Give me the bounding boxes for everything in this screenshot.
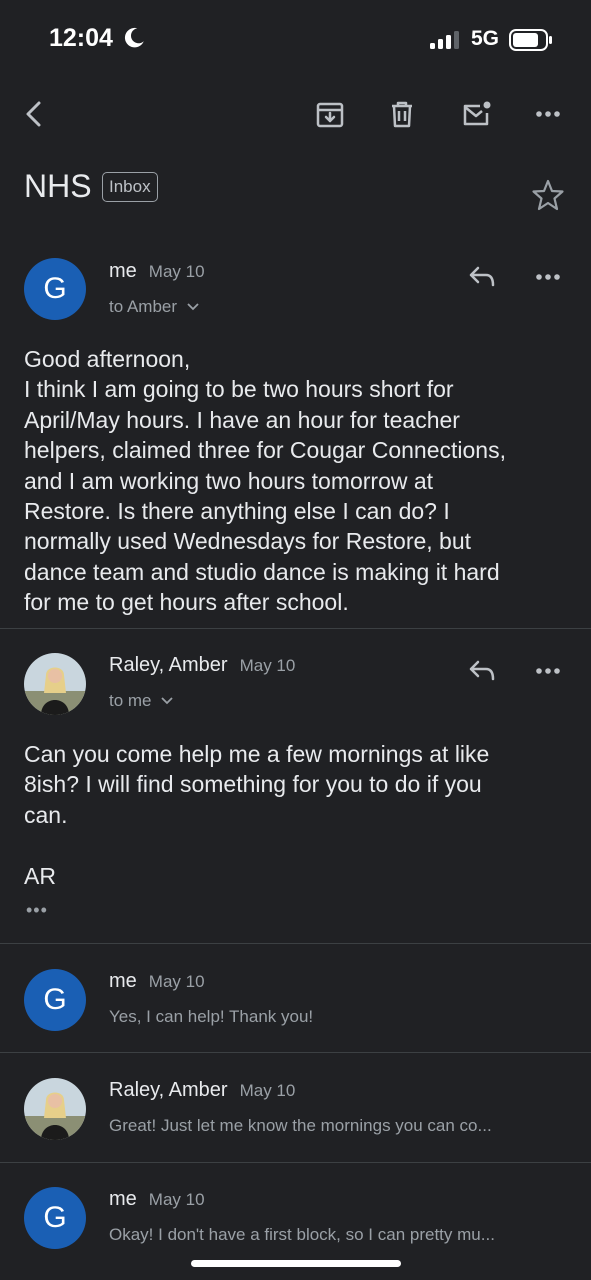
- recipients-toggle[interactable]: to me: [109, 691, 174, 711]
- avatar[interactable]: G: [24, 969, 86, 1031]
- archive-icon: [316, 102, 344, 128]
- signal-icon: [430, 31, 459, 49]
- chevron-down-icon: [187, 303, 199, 311]
- avatar[interactable]: G: [24, 1187, 86, 1249]
- mark-unread-button[interactable]: [456, 94, 496, 134]
- message-snippet[interactable]: Great! Just let me know the mornings you…: [109, 1116, 549, 1136]
- divider: [0, 628, 591, 629]
- sender-name: me: [109, 260, 137, 282]
- body-line: I think I am going to be two hours short…: [24, 376, 454, 403]
- delete-button[interactable]: [382, 94, 422, 134]
- message-date: May 10: [239, 1081, 296, 1100]
- show-quoted-text-button[interactable]: •••: [26, 900, 48, 921]
- home-indicator[interactable]: [191, 1260, 401, 1267]
- profile-photo-icon: [24, 1078, 86, 1140]
- battery-icon: [509, 29, 552, 51]
- avatar[interactable]: [24, 653, 86, 715]
- divider: [0, 943, 591, 944]
- body-line: normally used Wednesdays for Restore, bu…: [24, 528, 472, 555]
- more-horizontal-icon: [536, 274, 560, 280]
- recipients-toggle[interactable]: to Amber: [109, 297, 200, 317]
- reply-icon: [469, 660, 495, 681]
- profile-photo-icon: [24, 653, 86, 715]
- message-more-button[interactable]: [530, 259, 566, 295]
- avatar[interactable]: [24, 1078, 86, 1140]
- body-line: and I am working two hours tomorrow at: [24, 467, 434, 494]
- chevron-left-icon: [26, 101, 41, 127]
- chevron-down-icon: [161, 697, 173, 705]
- body-line: Can you come help me a few mornings at l…: [24, 741, 490, 767]
- body-line: [24, 830, 569, 860]
- body-line: can.: [24, 801, 68, 828]
- message-header: Raley, Amber May 10: [109, 654, 295, 677]
- body-line: helpers, claimed three for Cougar Connec…: [24, 437, 506, 464]
- moon-icon: [124, 27, 144, 48]
- message-snippet[interactable]: Okay! I don't have a first block, so I c…: [109, 1225, 549, 1245]
- message-more-button[interactable]: [530, 653, 566, 689]
- more-horizontal-icon: [536, 111, 560, 117]
- reply-button[interactable]: [464, 653, 500, 689]
- sender-name: me: [109, 1188, 137, 1210]
- sender-name: Raley, Amber: [109, 654, 228, 676]
- recipients-label: to Amber: [109, 297, 178, 316]
- body-line: for me to get hours after school.: [24, 589, 349, 616]
- more-options-button[interactable]: [528, 94, 568, 134]
- reply-icon: [469, 266, 495, 287]
- network-type: 5G: [471, 27, 500, 50]
- divider: [0, 1162, 591, 1163]
- reply-button[interactable]: [464, 259, 500, 295]
- status-time: 12:04: [49, 24, 113, 52]
- message-date: May 10: [148, 972, 205, 991]
- message-header[interactable]: Raley, Amber May 10: [109, 1079, 295, 1102]
- message-snippet[interactable]: Yes, I can help! Thank you!: [109, 1007, 549, 1027]
- divider: [0, 1052, 591, 1053]
- message-date: May 10: [239, 656, 296, 675]
- thread-subject: NHS: [24, 168, 92, 204]
- message-body: Can you come help me a few mornings at l…: [24, 739, 569, 891]
- back-button[interactable]: [14, 94, 54, 134]
- recipients-label: to me: [109, 691, 152, 710]
- message-header[interactable]: me May 10: [109, 970, 205, 993]
- archive-button[interactable]: [310, 94, 350, 134]
- sender-name: Raley, Amber: [109, 1079, 228, 1101]
- star-icon[interactable]: [531, 178, 565, 212]
- body-line: Good afternoon,: [24, 346, 191, 372]
- sender-name: me: [109, 970, 137, 992]
- message-header[interactable]: me May 10: [109, 1188, 205, 1211]
- body-line: April/May hours. I have an hour for teac…: [24, 406, 460, 433]
- avatar[interactable]: G: [24, 258, 86, 320]
- body-line: dance team and studio dance is making it…: [24, 558, 500, 585]
- more-horizontal-icon: [536, 668, 560, 674]
- message-date: May 10: [148, 262, 205, 281]
- message-date: May 10: [148, 1190, 205, 1209]
- message-header: me May 10: [109, 260, 205, 283]
- inbox-label-chip[interactable]: Inbox: [102, 172, 158, 202]
- body-line: Restore. Is there anything else I can do…: [24, 498, 450, 525]
- body-line: 8ish? I will find something for you to d…: [24, 771, 482, 798]
- message-body: Good afternoon, I think I am going to be…: [24, 344, 569, 618]
- body-line: AR: [24, 862, 56, 889]
- trash-icon: [392, 101, 412, 128]
- mail-unread-icon: [463, 101, 491, 126]
